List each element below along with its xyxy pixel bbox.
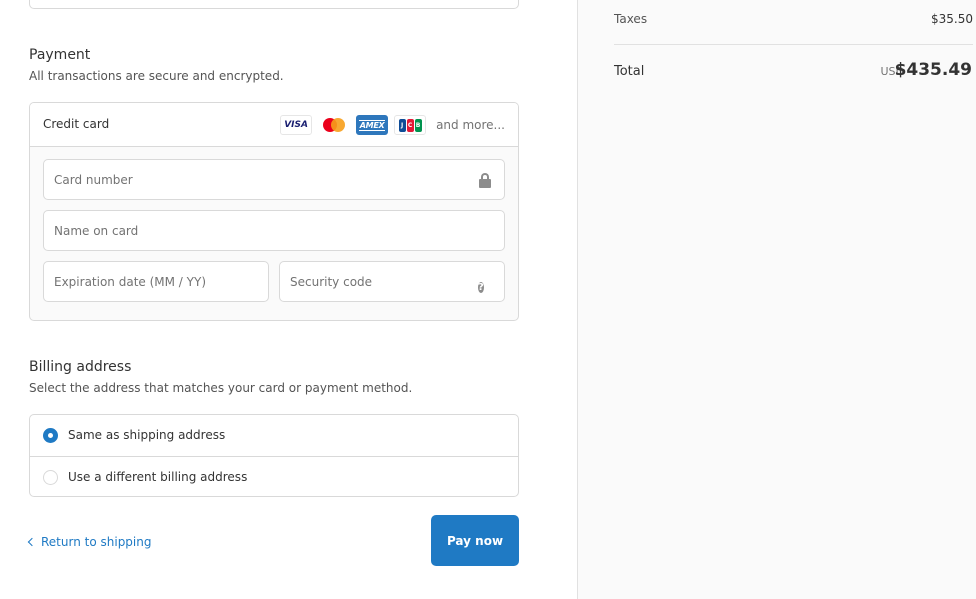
mastercard-icon [318, 115, 351, 135]
card-number-field[interactable] [43, 159, 505, 200]
credit-card-header[interactable]: Credit card VISA AMEX JCB and more... [30, 103, 518, 147]
taxes-label: Taxes [614, 12, 648, 26]
lock-icon [478, 172, 492, 188]
help-icon[interactable]: ? [478, 275, 492, 293]
expiration-date-input[interactable] [44, 262, 268, 301]
return-link-label: Return to shipping [41, 535, 152, 549]
total-label: Total [614, 64, 645, 79]
name-on-card-field[interactable] [43, 210, 505, 251]
checkout-main: Payment All transactions are secure and … [0, 0, 577, 599]
total-value: $435.49 [894, 60, 972, 80]
card-number-input[interactable] [44, 160, 504, 199]
summary-divider [614, 44, 973, 45]
security-code-field[interactable]: ? [279, 261, 505, 302]
pay-now-button[interactable]: Pay now [431, 515, 519, 566]
billing-option-different[interactable]: Use a different billing address [30, 456, 518, 497]
order-summary-sidebar: Taxes $35.50 Total USD $435.49 [577, 0, 976, 599]
billing-option-same[interactable]: Same as shipping address [30, 415, 518, 456]
billing-option-label: Same as shipping address [68, 428, 226, 442]
return-to-shipping-link[interactable]: Return to shipping [27, 535, 152, 549]
billing-title: Billing address [29, 359, 132, 375]
expiration-date-field[interactable] [43, 261, 269, 302]
taxes-value: $35.50 [931, 12, 973, 26]
payment-subtitle: All transactions are secure and encrypte… [29, 69, 284, 83]
and-more-label: and more... [436, 118, 505, 132]
billing-option-label: Use a different billing address [68, 470, 248, 484]
radio-different-address[interactable] [43, 470, 58, 485]
chevron-left-icon [27, 537, 37, 547]
previous-section-box [29, 0, 519, 9]
billing-options: Same as shipping address Use a different… [29, 414, 519, 497]
card-brand-icons: VISA AMEX JCB and more... [280, 115, 505, 135]
name-on-card-input[interactable] [44, 211, 504, 250]
payment-title: Payment [29, 47, 91, 63]
radio-same-address[interactable] [43, 428, 58, 443]
security-code-input[interactable] [280, 262, 504, 301]
amex-icon: AMEX [356, 115, 389, 135]
credit-card-panel: Credit card VISA AMEX JCB and more... ? [29, 102, 519, 321]
billing-subtitle: Select the address that matches your car… [29, 381, 413, 395]
visa-icon: VISA [280, 115, 313, 135]
jcb-icon: JCB [394, 115, 427, 135]
credit-card-label: Credit card [43, 117, 110, 131]
